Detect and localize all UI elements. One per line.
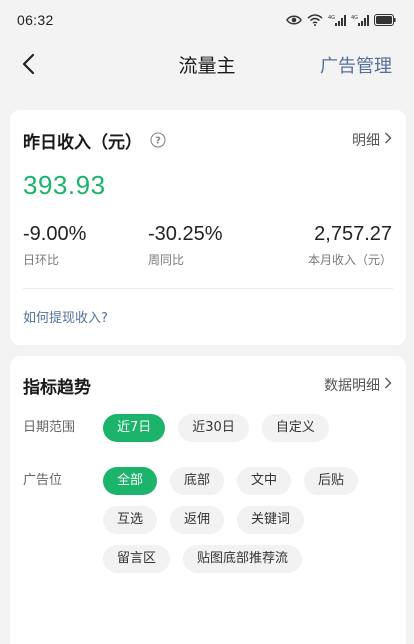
trend-card: 指标趋势 数据明细 日期范围 近7日 近30日 自定义 广告位 全部 底部 文中… (10, 356, 406, 644)
svg-text:?: ? (155, 136, 161, 147)
chip-position-commission[interactable]: 返佣 (170, 506, 225, 534)
chip-position-bottom[interactable]: 底部 (170, 467, 225, 495)
date-range-chips: 近7日 近30日 自定义 (103, 414, 393, 453)
withdraw-help-link[interactable]: 如何提现收入? (10, 289, 406, 326)
income-title-wrap: 昨日收入（元） ? (23, 128, 166, 153)
chip-position-comment[interactable]: 留言区 (103, 545, 171, 573)
chip-date-custom[interactable]: 自定义 (261, 414, 329, 442)
income-card-header: 昨日收入（元） ? 明细 (10, 110, 406, 170)
ad-position-chips: 全部 底部 文中 后贴 互选 返佣 关键词 留言区 贴图底部推荐流 (103, 467, 393, 584)
chevron-right-icon (384, 132, 392, 148)
income-card: 昨日收入（元） ? 明细 393.93 -9.00% 日环比 -30.25% 周… (10, 110, 406, 345)
income-amount: 393.93 (23, 170, 106, 200)
back-arrow-icon[interactable] (18, 52, 42, 76)
chip-position-post-roll[interactable]: 后贴 (304, 467, 359, 495)
chip-date-7d[interactable]: 近7日 (103, 414, 166, 442)
page-title: 流量主 (178, 54, 236, 77)
stat-value: -9.00% (23, 223, 87, 245)
ad-position-label: 广告位 (23, 473, 63, 488)
eye-icon (286, 14, 302, 26)
trend-title: 指标趋势 (23, 377, 91, 398)
stat-label: 日环比 (23, 253, 60, 267)
nav-bar: 流量主 广告管理 (0, 40, 414, 88)
ad-management-link[interactable]: 广告管理 (320, 52, 392, 78)
status-bar: 06:32 4G 4G (0, 0, 414, 40)
status-time: 06:32 (17, 12, 54, 28)
chip-position-image-feed[interactable]: 贴图底部推荐流 (183, 545, 303, 573)
svg-text:4G: 4G (328, 15, 335, 21)
chip-position-keyword[interactable]: 关键词 (237, 506, 305, 534)
income-detail-link[interactable]: 明细 (352, 130, 392, 150)
stat-month-income: 2,757.27 本月收入（元） (270, 221, 392, 268)
chip-date-30d[interactable]: 近30日 (178, 414, 249, 442)
date-range-row: 日期范围 近7日 近30日 自定义 (10, 414, 406, 453)
income-stats: -9.00% 日环比 -30.25% 周同比 2,757.27 本月收入（元） (10, 221, 406, 268)
battery-icon (374, 14, 396, 26)
date-range-label: 日期范围 (23, 420, 76, 435)
chevron-right-icon (384, 377, 392, 393)
stat-day-over-day: -9.00% 日环比 (23, 221, 145, 268)
income-detail-label: 明细 (352, 133, 380, 149)
status-icons: 4G 4G (286, 14, 396, 26)
svg-text:4G: 4G (351, 15, 358, 21)
wifi-icon (307, 14, 323, 26)
signal-icon: 4G (328, 14, 346, 26)
stat-label: 周同比 (148, 253, 185, 267)
trend-detail-label: 数据明细 (324, 378, 380, 394)
chip-position-in-article[interactable]: 文中 (237, 467, 292, 495)
help-icon[interactable]: ? (150, 132, 166, 148)
trend-card-header: 指标趋势 数据明细 (10, 356, 406, 414)
stat-week-over-week: -30.25% 周同比 (145, 221, 270, 268)
chip-position-mutual[interactable]: 互选 (103, 506, 158, 534)
stat-value: 2,757.27 (314, 223, 392, 245)
ad-position-row: 广告位 全部 底部 文中 后贴 互选 返佣 关键词 留言区 贴图底部推荐流 (10, 467, 406, 584)
signal-icon-2: 4G (351, 14, 369, 26)
stat-label: 本月收入（元） (307, 253, 392, 267)
stat-value: -30.25% (148, 223, 223, 245)
income-title: 昨日收入（元） (23, 132, 142, 153)
trend-detail-link[interactable]: 数据明细 (324, 375, 392, 395)
chip-position-all[interactable]: 全部 (103, 467, 158, 495)
